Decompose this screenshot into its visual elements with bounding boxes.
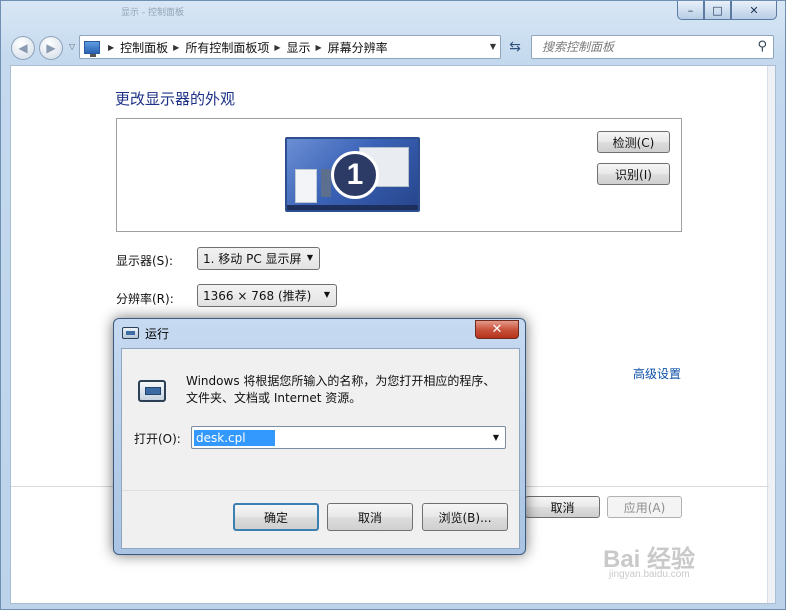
breadcrumb-control-panel[interactable]: 控制面板 — [120, 39, 168, 56]
caption-buttons: – □ ✕ — [677, 1, 777, 20]
breadcrumb-display[interactable]: 显示 — [287, 39, 311, 56]
resolution-label: 分辨率(R): — [116, 292, 174, 306]
chevron-down-icon: ▼ — [306, 253, 313, 262]
apply-button[interactable]: 应用(A) — [607, 496, 682, 518]
forward-arrow-icon: ▶ — [46, 41, 56, 55]
breadcrumb-separator-icon[interactable]: ▶ — [316, 43, 322, 52]
display-select[interactable]: 1. 移动 PC 显示屏 ▼ — [197, 247, 320, 270]
close-icon: ✕ — [491, 322, 503, 337]
detect-button[interactable]: 检测(C) — [597, 131, 670, 153]
breadcrumb-separator-icon[interactable]: ▶ — [173, 43, 179, 52]
breadcrumb-separator-icon[interactable]: ▶ — [274, 43, 280, 52]
address-bar[interactable]: ▶ 控制面板 ▶ 所有控制面板项 ▶ 显示 ▶ 屏幕分辨率 ▼ — [79, 35, 501, 59]
monitor-window-thumbnail — [321, 169, 331, 197]
browse-button[interactable]: 浏览(B)... — [422, 503, 508, 531]
run-dialog-body: Windows 将根据您所输入的名称，为您打开相应的程序、文件夹、文档或 Int… — [121, 348, 520, 549]
breadcrumb-separator-icon[interactable]: ▶ — [108, 43, 114, 52]
run-open-label: 打开(O): — [134, 432, 181, 446]
identify-button[interactable]: 识别(I) — [597, 163, 670, 185]
control-panel-icon — [84, 40, 100, 57]
monitor-preview-panel: 1 检测(C) 识别(I) — [116, 118, 682, 232]
run-dialog-title: 运行 — [145, 327, 170, 341]
back-arrow-icon: ◀ — [18, 41, 28, 55]
monitor-window-thumbnail — [295, 169, 317, 203]
run-cancel-button[interactable]: 取消 — [327, 503, 413, 531]
run-close-button[interactable]: ✕ — [475, 320, 519, 339]
breadcrumb-screen-resolution[interactable]: 屏幕分辨率 — [328, 39, 388, 56]
run-dialog-icon — [122, 327, 139, 339]
close-button[interactable]: ✕ — [731, 1, 777, 20]
refresh-icon: ⇆ — [509, 39, 521, 55]
window-title: 显示 - 控制面板 — [121, 8, 184, 17]
monitor-1-thumbnail[interactable]: 1 — [285, 137, 420, 212]
advanced-settings-link[interactable]: 高级设置 — [633, 365, 681, 382]
search-input[interactable] — [542, 40, 747, 54]
run-app-icon — [138, 380, 166, 402]
baidu-watermark: Bai 经验 jingyan.baidu.com — [603, 539, 695, 580]
watermark-url: jingyan.baidu.com — [609, 569, 690, 580]
page-title: 更改显示器的外观 — [115, 90, 236, 108]
monitor-taskbar — [287, 205, 418, 210]
recent-pages-dropdown[interactable]: ▽ — [69, 42, 75, 51]
address-dropdown-icon[interactable]: ▼ — [490, 42, 496, 51]
run-description: Windows 将根据您所输入的名称，为您打开相应的程序、文件夹、文档或 Int… — [186, 374, 496, 405]
breadcrumb-all-items[interactable]: 所有控制面板项 — [185, 39, 269, 56]
refresh-button[interactable]: ⇆ — [503, 35, 527, 59]
maximize-button[interactable]: □ — [704, 1, 731, 20]
run-dialog-footer: 确定 取消 浏览(B)... — [122, 490, 519, 548]
run-command-input[interactable] — [194, 429, 275, 446]
scrollbar[interactable] — [767, 66, 775, 603]
forward-button[interactable]: ▶ — [39, 36, 63, 60]
cancel-button[interactable]: 取消 — [525, 496, 600, 518]
run-command-combo[interactable]: ▼ — [191, 426, 506, 449]
back-button[interactable]: ◀ — [11, 36, 35, 60]
chevron-down-icon: ▼ — [323, 290, 330, 299]
display-label: 显示器(S): — [116, 254, 174, 268]
run-dialog: 运行 ✕ Windows 将根据您所输入的名称，为您打开相应的程序、文件夹、文档… — [113, 318, 526, 555]
minimize-button[interactable]: – — [677, 1, 704, 20]
ok-button[interactable]: 确定 — [233, 503, 319, 531]
resolution-select-value: 1366 × 768 (推荐) — [203, 289, 312, 303]
chevron-down-icon[interactable]: ▼ — [493, 433, 499, 442]
display-select-value: 1. 移动 PC 显示屏 — [203, 252, 302, 266]
resolution-select[interactable]: 1366 × 768 (推荐) ▼ — [197, 284, 337, 307]
monitor-number-badge: 1 — [331, 151, 379, 199]
search-box[interactable]: ⚲ — [531, 35, 774, 59]
search-icon[interactable]: ⚲ — [757, 39, 767, 54]
